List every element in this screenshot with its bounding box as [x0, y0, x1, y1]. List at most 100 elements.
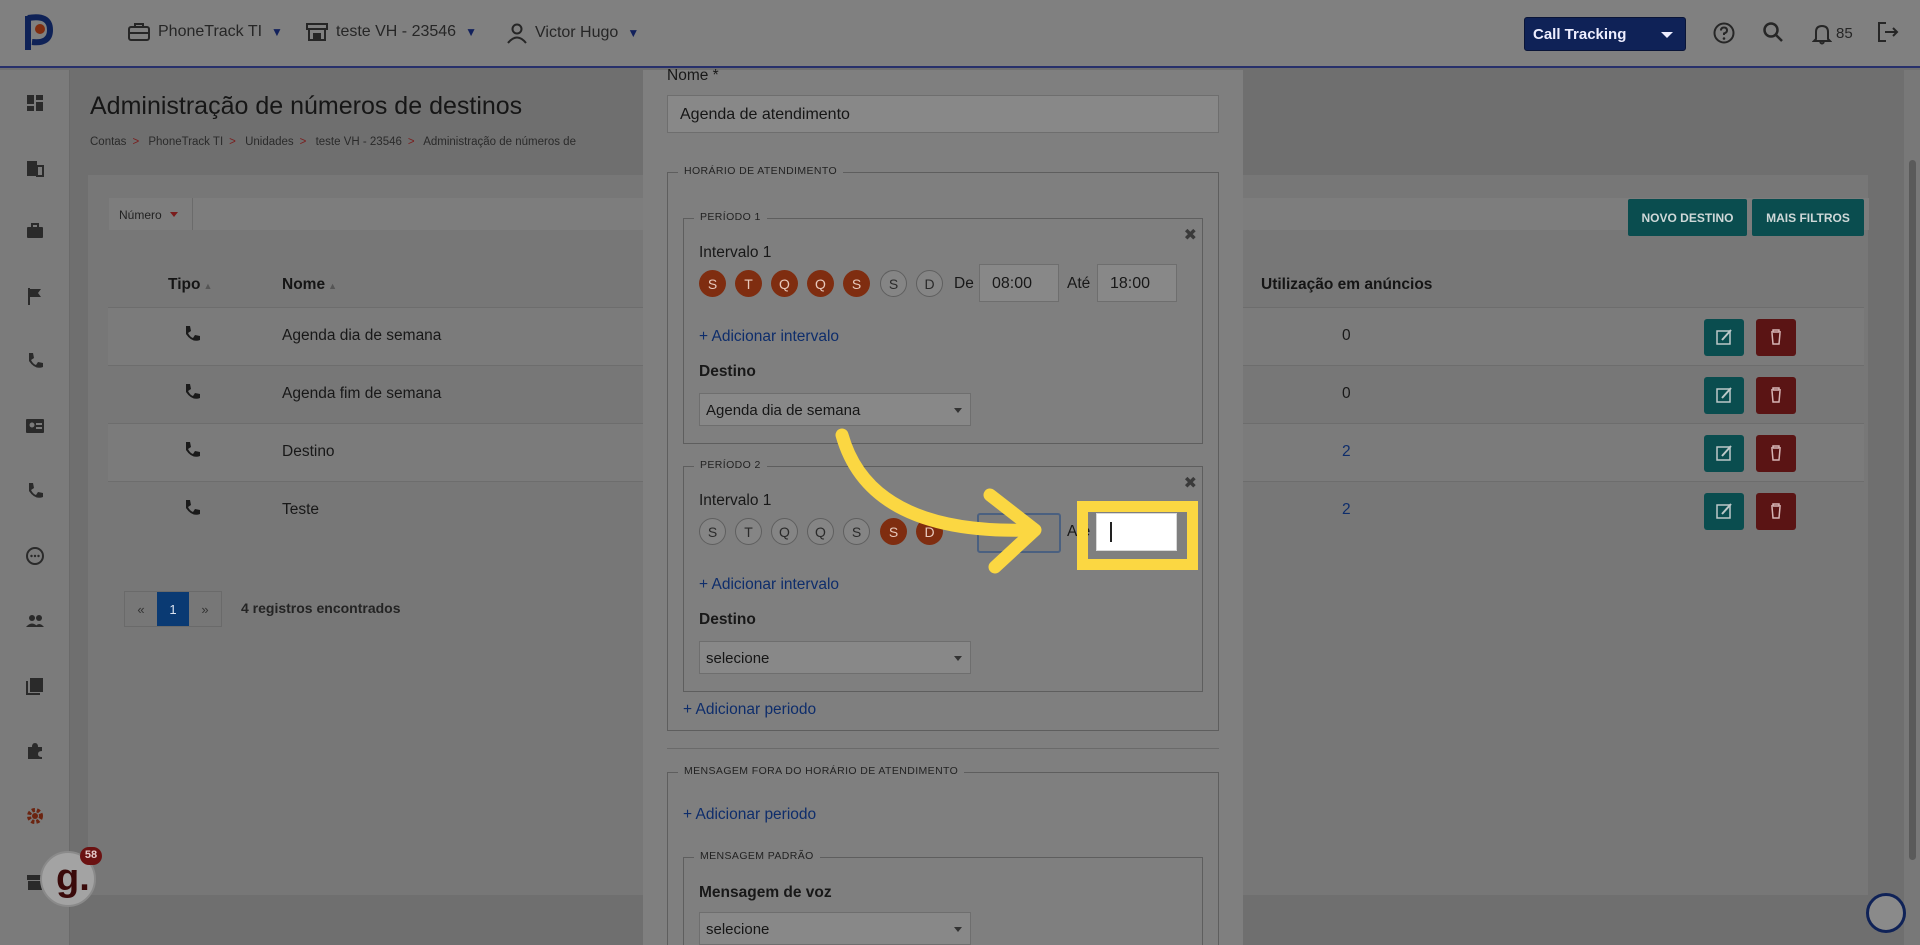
account-menu[interactable]: PhoneTrack TI ▼ [127, 22, 283, 42]
column-header-type[interactable]: Tipo ▲ [168, 276, 212, 294]
row-usage: 0 [1342, 385, 1351, 402]
bell-icon[interactable] [1812, 23, 1832, 45]
assistant-badge[interactable]: g. 58 [40, 847, 102, 907]
to-time-input[interactable]: 18:00 [1097, 264, 1177, 302]
breadcrumb-item[interactable]: Unidades [245, 136, 294, 148]
edit-button[interactable] [1704, 493, 1744, 530]
unit-menu[interactable]: teste VH - 23546 ▼ [305, 22, 477, 42]
voice-message-select[interactable]: selecione [699, 912, 971, 945]
building-icon[interactable] [25, 158, 45, 178]
voice-message-label: Mensagem de voz [699, 884, 832, 901]
row-usage-link[interactable]: 2 [1342, 501, 1351, 519]
new-destination-button[interactable]: NOVO DESTINO [1628, 199, 1747, 236]
day-toggle-sat[interactable]: S [880, 270, 907, 297]
flag-icon[interactable] [25, 286, 45, 306]
chat-icon[interactable] [25, 546, 45, 566]
edit-button[interactable] [1704, 435, 1744, 472]
name-input[interactable]: Agenda de atendimento [667, 95, 1219, 133]
edit-button[interactable] [1704, 377, 1744, 414]
day-toggle-tue[interactable]: T [735, 518, 762, 545]
close-icon[interactable]: ✖ [1184, 473, 1197, 493]
product-select[interactable]: Call Tracking [1524, 17, 1686, 51]
search-icon[interactable] [1762, 21, 1784, 43]
pagination-next[interactable]: » [189, 592, 221, 626]
add-interval-link[interactable]: + Adicionar intervalo [699, 576, 839, 594]
add-interval-link[interactable]: + Adicionar intervalo [699, 328, 839, 346]
edit-icon [1716, 503, 1732, 519]
delete-button[interactable] [1756, 319, 1796, 356]
delete-button[interactable] [1756, 377, 1796, 414]
row-name: Destino [282, 443, 335, 460]
phone-icon [186, 326, 200, 341]
breadcrumb-item[interactable]: Contas [90, 136, 126, 148]
caret-down-icon [169, 212, 178, 217]
row-usage-link[interactable]: 2 [1342, 443, 1351, 461]
users-icon[interactable] [25, 611, 45, 631]
column-header-name[interactable]: Nome ▲ [282, 276, 337, 294]
day-toggle-mon[interactable]: S [699, 518, 726, 545]
default-message-legend: MENSAGEM PADRÃO [694, 850, 820, 862]
day-toggle-fri[interactable]: S [843, 270, 870, 297]
day-toggle-mon[interactable]: S [699, 270, 726, 297]
breadcrumb-item[interactable]: PhoneTrack TI [148, 136, 223, 148]
product-select-value: Call Tracking [1533, 26, 1627, 43]
account-name: PhoneTrack TI [158, 23, 263, 40]
destination-select[interactable]: Agenda dia de semana [699, 393, 971, 426]
from-label: De [954, 275, 974, 292]
briefcase-icon[interactable] [25, 221, 45, 241]
name-label: Nome * [667, 67, 719, 84]
day-toggle-wed[interactable]: Q [771, 270, 798, 297]
filter-number[interactable]: Número [109, 198, 193, 230]
chevron-down-icon: ▼ [627, 26, 640, 40]
notification-count: 85 [1836, 25, 1853, 42]
phone-icon[interactable] [25, 481, 45, 501]
library-icon[interactable] [25, 676, 45, 696]
add-period-link[interactable]: + Adicionar periodo [683, 806, 816, 824]
caret-down-icon [1661, 32, 1673, 38]
day-toggle-thu[interactable]: Q [807, 270, 834, 297]
to-time-input-active[interactable] [1096, 513, 1177, 551]
day-toggle-tue[interactable]: T [735, 270, 762, 297]
pagination-prev[interactable]: « [125, 592, 157, 626]
dashboard-icon[interactable] [25, 93, 45, 113]
arrow-annotation-icon [835, 428, 1042, 574]
contact-card-icon[interactable] [25, 416, 45, 436]
user-name: Victor Hugo [535, 24, 619, 41]
logout-icon[interactable] [1876, 20, 1900, 44]
trash-icon [1771, 329, 1781, 345]
more-filters-button[interactable]: MAIS FILTROS [1752, 199, 1864, 236]
unit-name: teste VH - 23546 [336, 23, 457, 40]
destination-select[interactable]: selecione [699, 641, 971, 674]
day-toggle-sun[interactable]: D [916, 270, 943, 297]
help-icon[interactable] [1713, 22, 1735, 44]
scrollbar-thumb[interactable] [1909, 160, 1916, 860]
period-1-interval-label: Intervalo 1 [699, 244, 772, 261]
breadcrumb-item: Administração de números de [423, 136, 576, 148]
period-1-legend: PERÍODO 1 [694, 211, 767, 223]
delete-button[interactable] [1756, 493, 1796, 530]
assistant-count: 58 [80, 847, 102, 865]
user-icon [507, 23, 527, 44]
filter-number-label: Número [119, 208, 162, 222]
edit-button[interactable] [1704, 319, 1744, 356]
page-scrollbar[interactable] [1904, 70, 1920, 945]
puzzle-icon[interactable] [25, 741, 45, 761]
user-menu[interactable]: Victor Hugo ▼ [506, 22, 639, 44]
row-name: Agenda dia de semana [282, 327, 442, 344]
from-time-input[interactable]: 08:00 [979, 264, 1059, 302]
support-chat-icon[interactable] [1866, 893, 1906, 933]
breadcrumb: Contas > PhoneTrack TI > Unidades > teste V… [90, 136, 576, 148]
phone-icon [186, 442, 200, 457]
gear-icon[interactable] [25, 806, 45, 826]
chevron-down-icon: ▼ [271, 25, 283, 39]
close-icon[interactable]: ✖ [1184, 225, 1197, 245]
add-period-link[interactable]: + Adicionar periodo [683, 701, 816, 719]
phone-icon[interactable] [25, 351, 45, 371]
left-sidebar [0, 70, 70, 945]
delete-button[interactable] [1756, 435, 1796, 472]
off-hours-legend: MENSAGEM FORA DO HORÁRIO DE ATENDIMENTO [678, 765, 965, 777]
pagination-page[interactable]: 1 [157, 592, 189, 626]
breadcrumb-item[interactable]: teste VH - 23546 [316, 136, 402, 148]
day-toggle-wed[interactable]: Q [771, 518, 798, 545]
phonetrack-logo[interactable] [20, 10, 60, 54]
